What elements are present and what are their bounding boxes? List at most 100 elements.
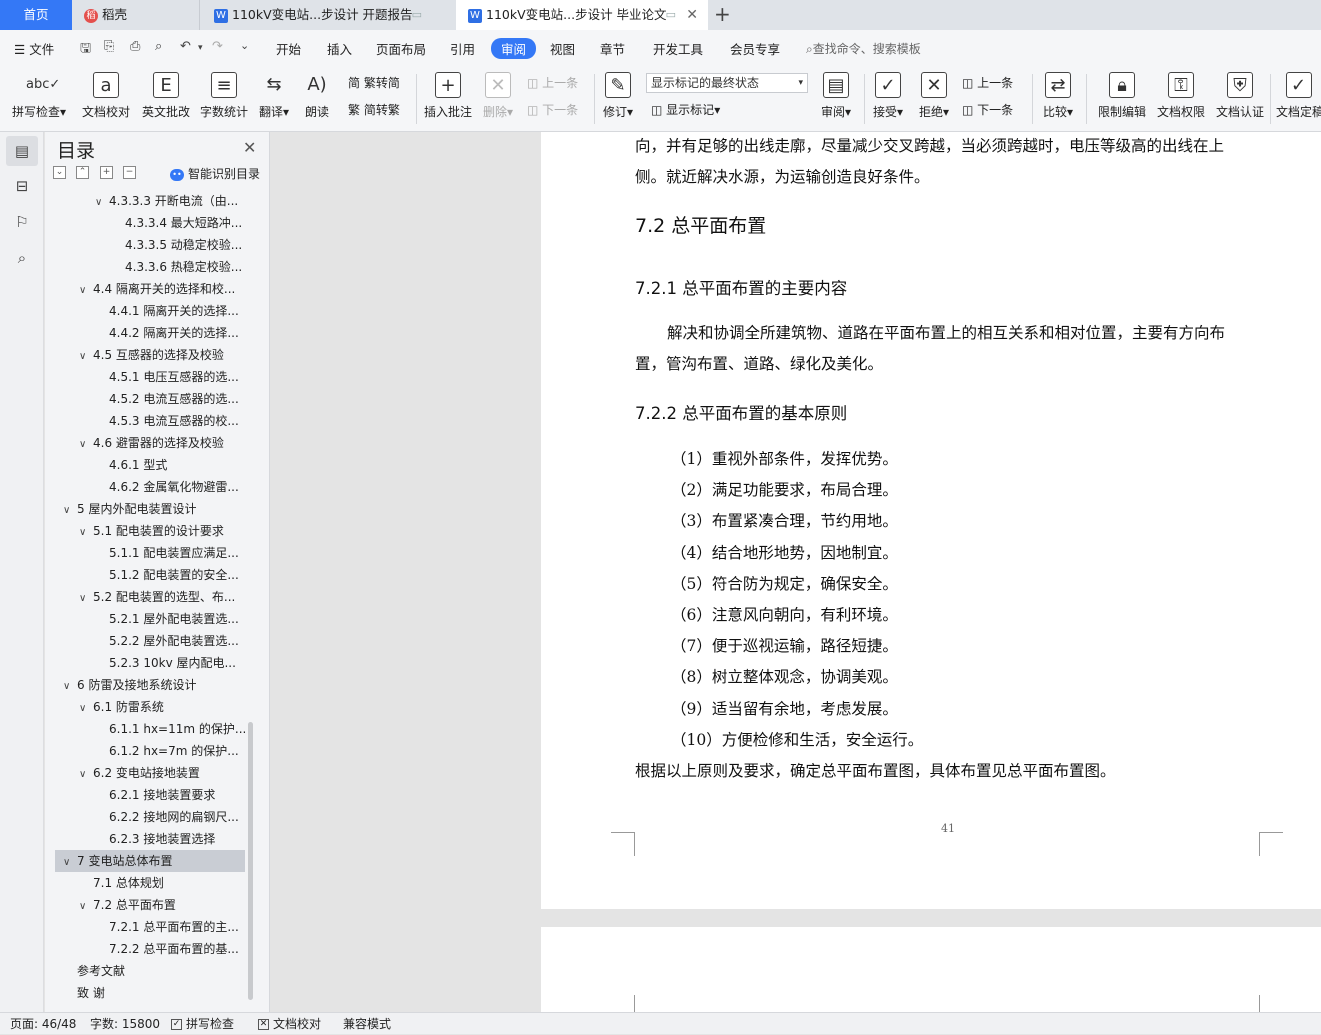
chevron-down-icon[interactable]: ∨ [79, 280, 93, 300]
toc-item[interactable]: 6.2.1 接地装置要求 [55, 784, 245, 806]
toc-item[interactable]: 5.2.3 10kv 屋内配电... [55, 652, 245, 674]
chevron-down-icon[interactable]: ∨ [79, 434, 93, 454]
bookmark-icon[interactable]: ⚐ [12, 212, 32, 232]
collapse-all-icon[interactable]: ⌄ [53, 166, 66, 179]
chevron-down-icon[interactable]: ∨ [79, 588, 93, 608]
chevron-down-icon[interactable]: ∨ [63, 500, 77, 520]
new-tab-button[interactable]: + [714, 3, 731, 25]
toc-item[interactable]: 5.1.2 配电装置的安全... [55, 564, 245, 586]
chevron-down-icon[interactable]: ∨ [95, 192, 109, 212]
chevron-down-icon[interactable]: ∨ [63, 676, 77, 696]
toc-item[interactable]: 4.3.3.4 最大短路冲... [55, 212, 245, 234]
toc-item[interactable]: 7.2.2 总平面布置的基... [55, 938, 245, 960]
toc-item[interactable]: 4.5.2 电流互感器的选... [55, 388, 245, 410]
chevron-down-icon[interactable]: ∨ [79, 346, 93, 366]
english-review-button[interactable]: E 英文批改 [140, 72, 192, 128]
toc-item[interactable]: ∨ 5.1 配电装置的设计要求 [55, 520, 245, 542]
toc-item[interactable]: ∨ 5 屋内外配电装置设计 [55, 498, 245, 520]
tab-home[interactable]: 首页 [0, 0, 72, 30]
toc-item[interactable]: 4.6.1 型式 [55, 454, 245, 476]
spell-check-button[interactable]: abc✓ 拼写检查▾ [10, 72, 68, 128]
menu-references[interactable]: 引用 [450, 39, 475, 58]
toc-item[interactable]: 参考文献 [55, 960, 245, 982]
menu-insert[interactable]: 插入 [327, 39, 352, 58]
toc-item[interactable]: ∨ 4.5 互感器的选择及校验 [55, 344, 245, 366]
markup-state-dropdown[interactable]: 显示标记的最终状态 ▾ [646, 73, 808, 93]
toc-item[interactable]: ∨ 7.2 总平面布置 [55, 894, 245, 916]
chevron-down-icon[interactable]: ∨ [79, 896, 93, 916]
menu-member[interactable]: 会员专享 [730, 39, 780, 58]
toc-item[interactable]: ∨ 6 防雷及接地系统设计 [55, 674, 245, 696]
toc-item[interactable]: ∨ 4.6 避雷器的选择及校验 [55, 432, 245, 454]
doc-permission-button[interactable]: ⚿ 文档权限 [1155, 72, 1207, 128]
accept-button[interactable]: ✓ 接受▾ [870, 72, 906, 128]
show-markup-button[interactable]: ◫ 显示标记▾ [651, 101, 720, 118]
insert-comment-button[interactable]: + 插入批注 [422, 72, 474, 128]
toc-item[interactable]: 4.3.3.6 热稳定校验... [55, 256, 245, 278]
doc-proofread-button[interactable]: a 文档校对 [80, 72, 132, 128]
undo-icon[interactable]: ↶ [180, 39, 191, 54]
menu-page-layout[interactable]: 页面布局 [376, 39, 426, 58]
remove-heading-icon[interactable]: − [123, 166, 136, 179]
print-preview-icon[interactable]: ⌕ [155, 39, 162, 54]
menu-developer[interactable]: 开发工具 [653, 39, 703, 58]
track-changes-button[interactable]: ✎ 修订▾ [600, 72, 636, 128]
toc-item[interactable]: ∨ 6.1 防雷系统 [55, 696, 245, 718]
expand-level-icon[interactable]: ⌃ [76, 166, 89, 179]
toc-item[interactable]: 5.1.1 配电装置应满足... [55, 542, 245, 564]
close-tab-icon[interactable]: ✕ [686, 0, 698, 30]
undo-dropdown-icon[interactable]: ▾ [198, 43, 203, 53]
toc-item[interactable]: 4.6.2 金属氧化物避雷... [55, 476, 245, 498]
delete-comment-button[interactable]: ✕ 删除▾ [480, 72, 516, 128]
translate-button[interactable]: ⇆ 翻译▾ [256, 72, 292, 128]
next-change-button[interactable]: ◫ 下一条 [962, 101, 1013, 118]
read-aloud-button[interactable]: A) 朗读 [302, 72, 332, 128]
toc-item[interactable]: ∨ 5.2 配电装置的选型、布... [55, 586, 245, 608]
reject-button[interactable]: ✕ 拒绝▾ [916, 72, 952, 128]
trad-to-simp-button[interactable]: 简 繁转简 [348, 74, 400, 91]
toc-item[interactable]: ∨ 7 变电站总体布置 [55, 850, 245, 872]
toc-item[interactable]: 4.5.1 电压互感器的选... [55, 366, 245, 388]
tab-document-thesis[interactable]: W 110kV变电站...步设计 毕业论文 ▭ ✕ [456, 0, 708, 30]
search-icon[interactable]: ⌕ [12, 248, 32, 268]
restrict-edit-button[interactable]: 🔒︎ 限制编辑 [1096, 72, 1148, 128]
menu-review[interactable]: 审阅 [491, 38, 537, 59]
toc-scrollbar[interactable] [248, 722, 253, 1000]
prev-change-button[interactable]: ◫ 上一条 [962, 74, 1013, 91]
toc-item[interactable]: 4.3.3.5 动稳定校验... [55, 234, 245, 256]
toc-item[interactable]: 4.5.3 电流互感器的校... [55, 410, 245, 432]
redo-icon[interactable]: ↷ [212, 39, 223, 54]
toc-item[interactable]: 6.1.2 hx=7m 的保护... [55, 740, 245, 762]
word-count-button[interactable]: ≡ 字数统计 [198, 72, 250, 128]
customize-dropdown-icon[interactable]: ⌄ [240, 39, 249, 52]
menu-start[interactable]: 开始 [276, 39, 301, 58]
chevron-down-icon[interactable]: ∨ [79, 698, 93, 718]
toc-item[interactable]: 6.2.2 接地网的扁钢尺... [55, 806, 245, 828]
menu-chapter[interactable]: 章节 [600, 39, 625, 58]
page-indicator[interactable]: 页面: 46/48 [10, 1013, 76, 1035]
toc-item[interactable]: 7.2.1 总平面布置的主... [55, 916, 245, 938]
chapter-nav-icon[interactable]: ⊟ [12, 176, 32, 196]
doc-certify-button[interactable]: ⛨ 文档认证 [1214, 72, 1266, 128]
chevron-down-icon[interactable]: ∨ [63, 852, 77, 872]
toc-item[interactable]: 6.2.3 接地装置选择 [55, 828, 245, 850]
toc-item[interactable]: 5.2.1 屋外配电装置选... [55, 608, 245, 630]
close-icon[interactable]: ✕ [243, 138, 256, 157]
file-menu[interactable]: ☰ 文件 [14, 39, 54, 58]
toc-item[interactable]: ∨ 4.3.3.3 开断电流（由... [55, 190, 245, 212]
toc-item[interactable]: 4.4.1 隔离开关的选择... [55, 300, 245, 322]
next-comment-button[interactable]: ◫ 下一条 [527, 101, 578, 118]
tab-daoke[interactable]: 稻稻壳 [72, 0, 200, 30]
print-icon[interactable]: ⎙ [130, 39, 140, 54]
toc-item[interactable]: 6.1.1 hx=11m 的保护... [55, 718, 245, 740]
export-icon[interactable]: ⎘ [104, 39, 114, 54]
compare-button[interactable]: ⇄ 比较▾ [1040, 72, 1076, 128]
ai-toc-button[interactable]: •• 智能识别目录 [170, 165, 260, 182]
review-pane-button[interactable]: ▤ 审阅▾ [818, 72, 854, 128]
prev-comment-button[interactable]: ◫ 上一条 [527, 74, 578, 91]
save-icon[interactable]: 🖫 [80, 39, 91, 61]
doc-finalize-button[interactable]: ✓ 文档定稿 [1276, 72, 1321, 128]
toc-item[interactable]: 4.4.2 隔离开关的选择... [55, 322, 245, 344]
toc-item[interactable]: ∨ 4.4 隔离开关的选择和校... [55, 278, 245, 300]
add-heading-icon[interactable]: + [100, 166, 113, 179]
